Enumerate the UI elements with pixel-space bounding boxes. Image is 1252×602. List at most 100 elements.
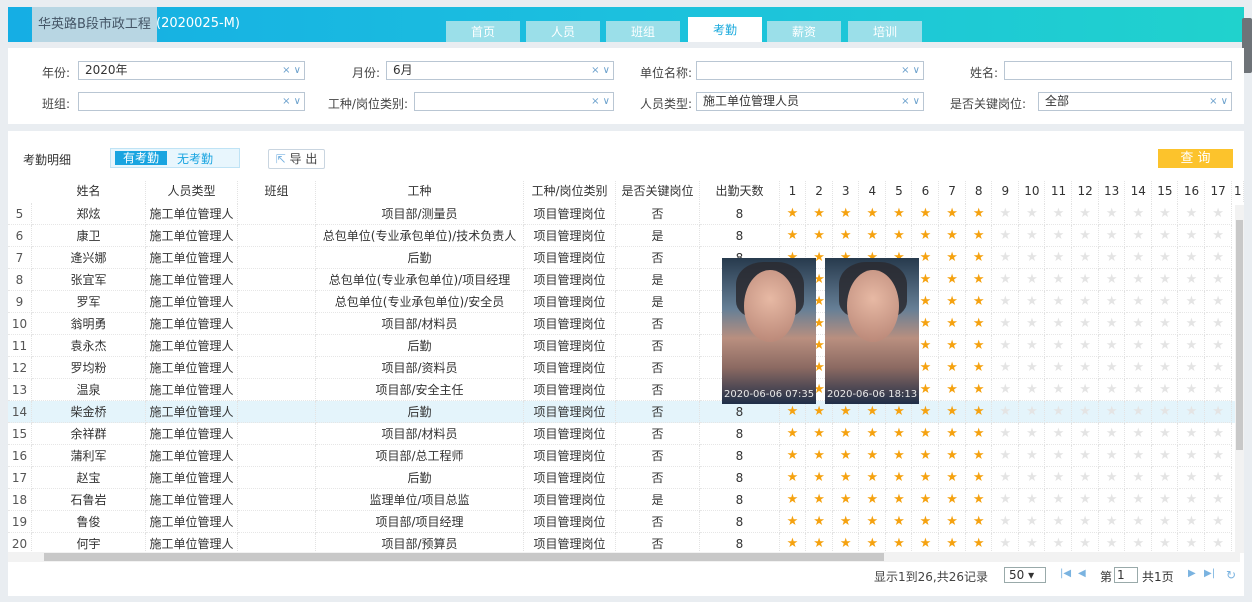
column-header[interactable]: 5 xyxy=(886,181,913,202)
attendance-star-icon[interactable]: ★ xyxy=(939,467,966,489)
absence-star-icon[interactable]: ★ xyxy=(1179,269,1205,291)
attendance-star-icon[interactable]: ★ xyxy=(966,247,993,269)
attendance-star-icon[interactable]: ★ xyxy=(913,203,939,225)
absence-star-icon[interactable]: ★ xyxy=(1152,423,1179,445)
table-row[interactable]: 7逄兴娜施工单位管理人后勤项目管理岗位否8★★★★★★★★★★★★★★★★★ xyxy=(8,247,1236,269)
attendance-star-icon[interactable]: ★ xyxy=(780,445,806,467)
absence-star-icon[interactable]: ★ xyxy=(1125,445,1152,467)
column-header[interactable]: 8 xyxy=(966,181,993,202)
attendance-star-icon[interactable]: ★ xyxy=(806,445,833,467)
attendance-star-icon[interactable]: ★ xyxy=(780,511,806,533)
attendance-photo[interactable]: 2020-06-06 07:35 xyxy=(722,258,816,404)
column-header[interactable]: 人员类型 xyxy=(146,181,238,202)
absence-star-icon[interactable]: ★ xyxy=(1205,511,1232,533)
absence-star-icon[interactable]: ★ xyxy=(1019,357,1046,379)
no-attendance-toggle[interactable]: 无考勤 xyxy=(177,150,213,167)
attendance-star-icon[interactable]: ★ xyxy=(913,423,939,445)
absence-star-icon[interactable]: ★ xyxy=(1099,335,1126,357)
attendance-star-icon[interactable]: ★ xyxy=(939,247,966,269)
absence-star-icon[interactable]: ★ xyxy=(1019,379,1046,401)
name-input[interactable] xyxy=(1004,61,1232,80)
clear-dropdown-icon[interactable]: × ∨ xyxy=(591,93,610,110)
absence-star-icon[interactable]: ★ xyxy=(1205,291,1232,313)
absence-star-icon[interactable]: ★ xyxy=(1099,467,1126,489)
column-header[interactable]: 4 xyxy=(859,181,886,202)
clear-dropdown-icon[interactable]: × ∨ xyxy=(282,93,301,110)
absence-star-icon[interactable]: ★ xyxy=(1072,291,1099,313)
absence-star-icon[interactable]: ★ xyxy=(1205,225,1232,247)
absence-star-icon[interactable]: ★ xyxy=(1152,291,1179,313)
absence-star-icon[interactable]: ★ xyxy=(1046,511,1072,533)
attendance-star-icon[interactable]: ★ xyxy=(806,511,833,533)
absence-star-icon[interactable]: ★ xyxy=(1099,379,1126,401)
absence-star-icon[interactable]: ★ xyxy=(1072,313,1099,335)
absence-star-icon[interactable]: ★ xyxy=(1205,467,1232,489)
attendance-star-icon[interactable]: ★ xyxy=(939,313,966,335)
absence-star-icon[interactable]: ★ xyxy=(1019,423,1046,445)
absence-star-icon[interactable]: ★ xyxy=(1179,357,1205,379)
attendance-star-icon[interactable]: ★ xyxy=(939,445,966,467)
column-header[interactable]: 1 xyxy=(1232,181,1244,202)
absence-star-icon[interactable]: ★ xyxy=(1179,225,1205,247)
attendance-star-icon[interactable]: ★ xyxy=(966,467,993,489)
absence-star-icon[interactable]: ★ xyxy=(1019,511,1046,533)
unit-select[interactable]: × ∨ xyxy=(696,61,924,80)
absence-star-icon[interactable]: ★ xyxy=(1205,379,1232,401)
absence-star-icon[interactable]: ★ xyxy=(1072,423,1099,445)
absence-star-icon[interactable]: ★ xyxy=(992,511,1019,533)
key-select[interactable]: 全部 × ∨ xyxy=(1038,92,1232,111)
attendance-star-icon[interactable]: ★ xyxy=(886,467,913,489)
attendance-star-icon[interactable]: ★ xyxy=(939,269,966,291)
absence-star-icon[interactable]: ★ xyxy=(1179,467,1205,489)
absence-star-icon[interactable]: ★ xyxy=(1205,247,1232,269)
absence-star-icon[interactable]: ★ xyxy=(1179,291,1205,313)
attendance-star-icon[interactable]: ★ xyxy=(939,203,966,225)
column-header[interactable]: 3 xyxy=(833,181,860,202)
vertical-scrollbar-thumb[interactable] xyxy=(1236,220,1243,450)
absence-star-icon[interactable]: ★ xyxy=(1019,489,1046,511)
absence-star-icon[interactable]: ★ xyxy=(1125,401,1152,423)
attendance-star-icon[interactable]: ★ xyxy=(913,401,939,423)
column-header[interactable]: 11 xyxy=(1046,181,1072,202)
absence-star-icon[interactable]: ★ xyxy=(1179,247,1205,269)
absence-star-icon[interactable]: ★ xyxy=(1019,203,1046,225)
table-row[interactable]: 20 何宇 施工单位管理人 项目部/预算员 项目管理岗位否 8 ★ ★ ★ ★ ★ ★ ★ ★ ★ ★ ★ ★ ★ ★… xyxy=(8,533,1236,553)
next-page-icon[interactable]: ▶ xyxy=(1188,568,1196,579)
absence-star-icon[interactable]: ★ xyxy=(1125,203,1152,225)
absence-star-icon[interactable]: ★ xyxy=(1152,445,1179,467)
absence-star-icon[interactable]: ★ xyxy=(1125,335,1152,357)
absence-star-icon[interactable]: ★ xyxy=(1072,269,1099,291)
absence-star-icon[interactable]: ★ xyxy=(992,269,1019,291)
absence-star-icon[interactable]: ★ xyxy=(1179,203,1205,225)
column-header[interactable]: 14 xyxy=(1125,181,1152,202)
attendance-star-icon[interactable]: ★ xyxy=(780,401,806,423)
attendance-star-icon[interactable]: ★ xyxy=(939,357,966,379)
column-header[interactable]: 7 xyxy=(939,181,966,202)
absence-star-icon[interactable]: ★ xyxy=(1046,423,1072,445)
absence-star-icon[interactable]: ★ xyxy=(1099,203,1126,225)
absence-star-icon[interactable]: ★ xyxy=(1046,445,1072,467)
table-row[interactable]: 12罗均粉施工单位管理人项目部/资料员项目管理岗位否8★★★★★★★★★★★★★… xyxy=(8,357,1236,379)
absence-star-icon[interactable]: ★ xyxy=(1019,313,1046,335)
page-size-select[interactable]: 50 ▾ xyxy=(1004,567,1046,583)
tab-0[interactable]: 首页 xyxy=(446,21,520,42)
absence-star-icon[interactable]: ★ xyxy=(992,467,1019,489)
ptype-select[interactable]: 施工单位管理人员 × ∨ xyxy=(696,92,924,111)
attendance-star-icon[interactable]: ★ xyxy=(966,269,993,291)
absence-star-icon[interactable]: ★ xyxy=(1072,489,1099,511)
absence-star-icon[interactable]: ★ xyxy=(1099,401,1126,423)
absence-star-icon[interactable]: ★ xyxy=(1046,313,1072,335)
absence-star-icon[interactable]: ★ xyxy=(1125,291,1152,313)
table-row[interactable]: 15 余祥群 施工单位管理人 项目部/材料员 项目管理岗位否 8 ★ ★ ★ ★ ★ ★ ★ ★ ★ ★ ★ ★ ★… xyxy=(8,423,1236,445)
absence-star-icon[interactable]: ★ xyxy=(1019,335,1046,357)
attendance-star-icon[interactable]: ★ xyxy=(913,489,939,511)
table-row[interactable]: 16 蒲利军 施工单位管理人 项目部/总工程师 项目管理岗位否 8 ★ ★ ★ ★ ★ ★ ★ ★ ★ ★ ★ ★… xyxy=(8,445,1236,467)
horizontal-scrollbar-thumb[interactable] xyxy=(44,553,884,561)
table-row[interactable]: 8张宜军施工单位管理人总包单位(专业承包单位)/项目经理项目管理岗位是8★★★★… xyxy=(8,269,1236,291)
absence-star-icon[interactable]: ★ xyxy=(1125,489,1152,511)
absence-star-icon[interactable]: ★ xyxy=(1019,533,1046,553)
attendance-star-icon[interactable]: ★ xyxy=(833,445,860,467)
attendance-star-icon[interactable]: ★ xyxy=(833,225,860,247)
prev-page-icon[interactable]: ◀ xyxy=(1078,568,1086,579)
absence-star-icon[interactable]: ★ xyxy=(992,291,1019,313)
